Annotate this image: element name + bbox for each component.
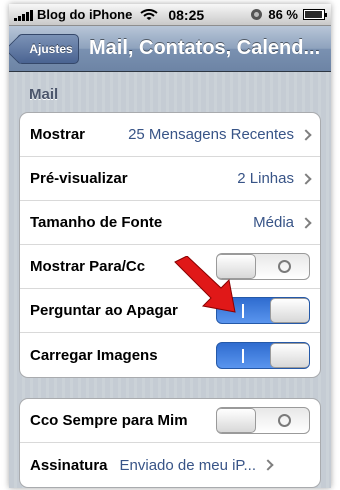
carrier-name: Blog do iPhone xyxy=(37,7,133,22)
row-label: Mostrar xyxy=(30,126,86,143)
switch-off-indicator xyxy=(278,414,291,427)
settings-content[interactable]: Mail Mostrar 25 Mensagens Recentes Pré-v… xyxy=(9,72,331,488)
iphone-screen: Blog do iPhone 08:25 86 % Ajustes Mail, … xyxy=(9,4,331,488)
mail-settings-group: Mostrar 25 Mensagens Recentes Pré-visual… xyxy=(19,112,321,378)
row-value: Média xyxy=(253,214,294,231)
red-arrow-annotation xyxy=(174,256,236,313)
row-label: Pré-visualizar xyxy=(30,170,128,187)
battery-percent: 86 % xyxy=(268,7,298,22)
chevron-right-icon xyxy=(300,128,312,141)
navigation-bar: Ajustes Mail, Contatos, Calend... xyxy=(9,26,331,72)
status-bar: Blog do iPhone 08:25 86 % xyxy=(9,4,331,26)
row-value: 2 Linhas xyxy=(237,170,294,187)
toggle-switch-off[interactable] xyxy=(216,407,310,434)
row-carregar-imagens: Carregar Imagens xyxy=(20,333,320,377)
row-cco-sempre-para-mim: Cco Sempre para Mim xyxy=(20,399,320,443)
page-title: Mail, Contatos, Calend... xyxy=(89,37,321,59)
wifi-icon xyxy=(140,8,158,20)
row-label: Mostrar Para/Cc xyxy=(30,258,146,275)
switch-thumb xyxy=(270,298,309,323)
row-label: Tamanho de Fonte xyxy=(30,214,163,231)
battery-icon xyxy=(303,9,327,20)
row-mostrar-para-cc: Mostrar Para/Cc xyxy=(20,245,320,289)
back-button[interactable]: Ajustes xyxy=(17,34,79,64)
row-value: Enviado de meu iP... xyxy=(119,456,257,474)
row-label: Perguntar ao Apagar xyxy=(30,302,178,319)
chevron-right-icon xyxy=(300,216,312,229)
row-label: Assinatura xyxy=(30,456,108,474)
row-value: 25 Mensagens Recentes xyxy=(128,126,294,143)
row-label: Cco Sempre para Mim xyxy=(30,412,188,429)
row-assinatura[interactable]: Assinatura Enviado de meu iP... xyxy=(20,443,320,487)
status-time: 08:25 xyxy=(168,6,205,23)
signal-bars-icon xyxy=(14,9,33,21)
switch-thumb xyxy=(270,342,309,368)
row-perguntar-ao-apagar: Perguntar ao Apagar xyxy=(20,289,320,333)
section-header-mail: Mail xyxy=(29,86,59,103)
signature-settings-group: Cco Sempre para Mim Assinatura Enviado d… xyxy=(19,398,321,488)
row-label: Carregar Imagens xyxy=(30,346,158,364)
toggle-switch-on[interactable] xyxy=(216,341,310,369)
switch-on-indicator xyxy=(242,348,244,363)
chevron-right-icon xyxy=(300,172,312,185)
orientation-lock-icon xyxy=(251,9,263,20)
row-tamanho-de-fonte[interactable]: Tamanho de Fonte Média xyxy=(20,201,320,245)
row-pre-visualizar[interactable]: Pré-visualizar 2 Linhas xyxy=(20,157,320,201)
chevron-right-icon xyxy=(262,459,274,471)
switch-off-indicator xyxy=(278,260,291,273)
switch-thumb xyxy=(217,408,256,433)
back-button-label: Ajustes xyxy=(29,42,73,56)
row-mostrar[interactable]: Mostrar 25 Mensagens Recentes xyxy=(20,113,320,157)
